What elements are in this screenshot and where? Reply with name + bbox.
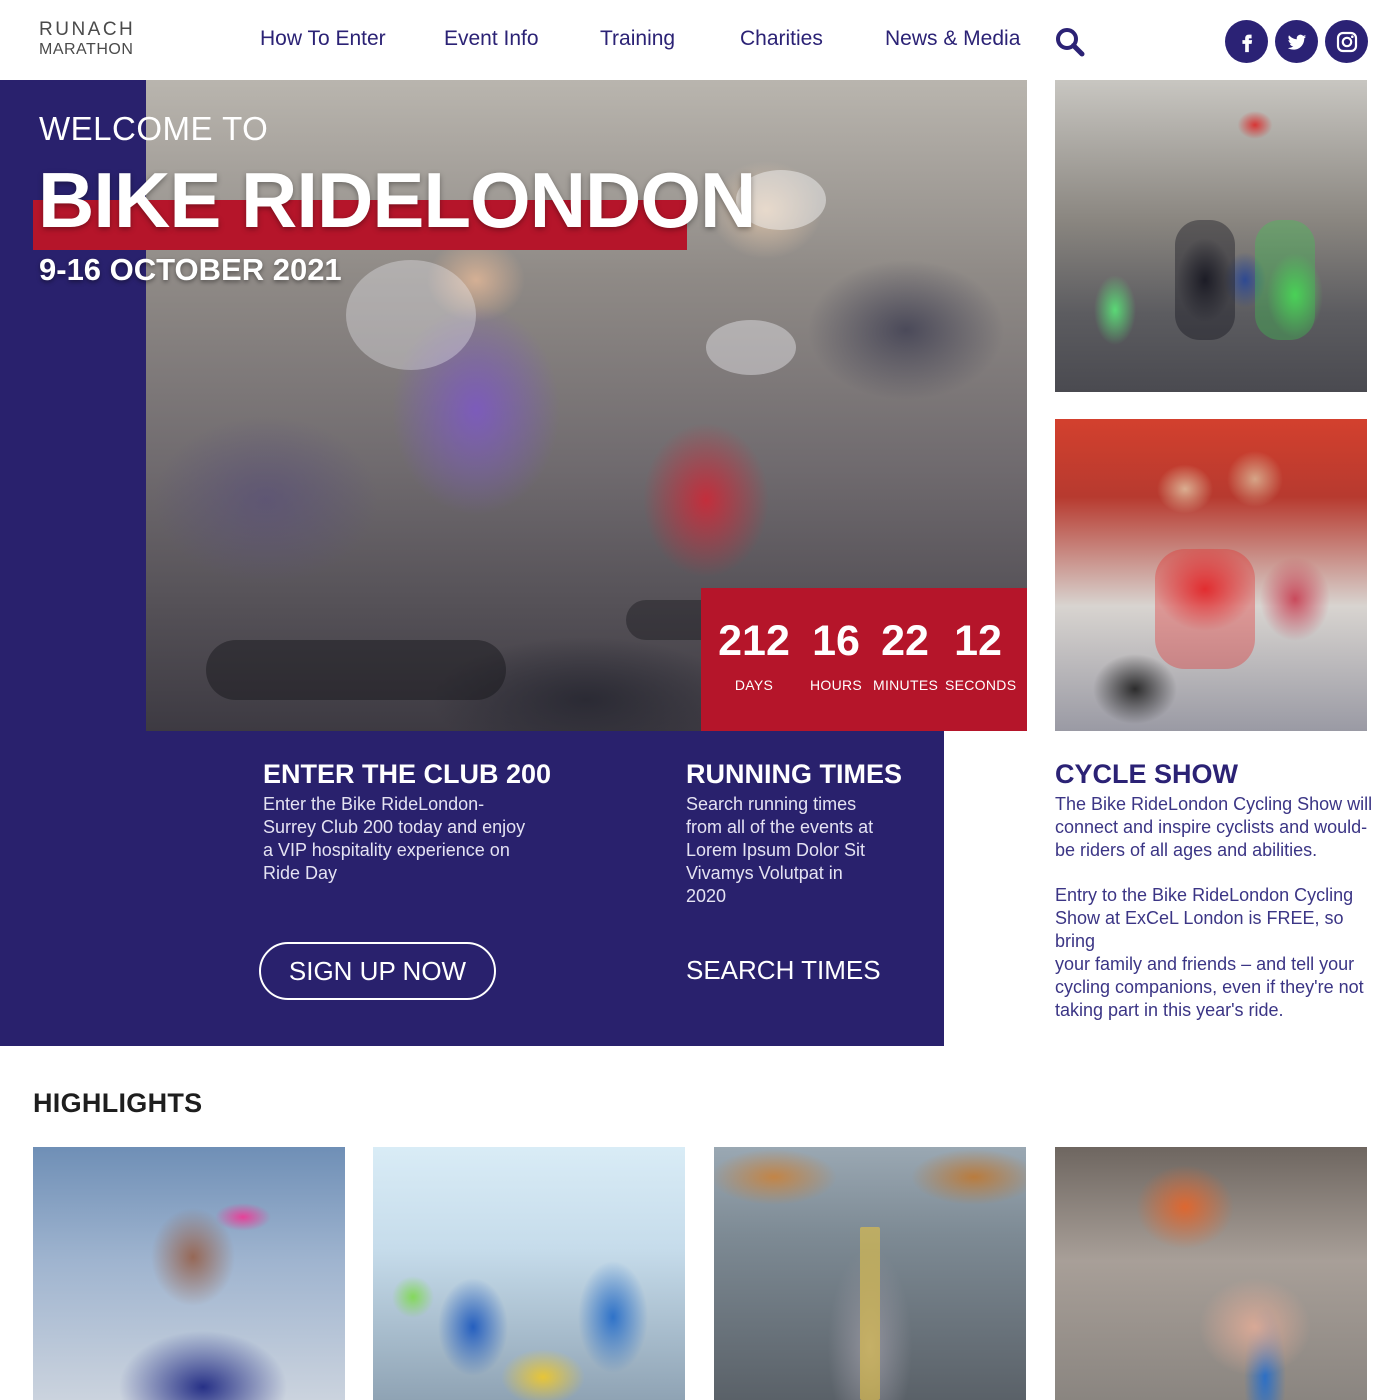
running-times-description: Search running times from all of the eve…: [686, 793, 906, 908]
times-text-line: 2020: [686, 886, 727, 906]
countdown-minutes-label: MINUTES: [873, 677, 939, 693]
sign-up-button[interactable]: SIGN UP NOW: [259, 942, 496, 1000]
hero-welcome: WELCOME TO: [39, 110, 269, 147]
countdown-minutes: 22 MINUTES: [873, 617, 939, 694]
countdown-minutes-value: 22: [881, 617, 929, 665]
logo-line-1: RUNACH: [39, 19, 136, 40]
countdown-days: 212 DAYS: [716, 617, 792, 694]
running-times-title: RUNNING TIMES: [686, 759, 902, 789]
hero-title: BIKE RIDELONDON: [38, 156, 756, 244]
times-text-line: Search running times: [686, 794, 857, 814]
runners-image[interactable]: [1055, 80, 1367, 392]
club-description: Enter the Bike RideLondon- Surrey Club 2…: [263, 793, 533, 885]
countdown-hours-value: 16: [812, 617, 860, 665]
logo-line-2: MARATHON: [39, 41, 134, 58]
cycle-show-paragraph-1: The Bike RideLondon Cycling Show will co…: [1055, 793, 1373, 862]
countdown-seconds: 12 SECONDS: [945, 617, 1017, 694]
facebook-icon[interactable]: [1225, 20, 1268, 63]
highlight-image-runner-woman[interactable]: [33, 1147, 345, 1400]
countdown-hours-label: HOURS: [809, 677, 863, 693]
cycle-text-line: Show at ExCeL London is FREE, so bring: [1055, 908, 1344, 951]
cycle-text-line: taking part in this year's ride.: [1055, 1000, 1284, 1020]
countdown-hours: 16 HOURS: [805, 617, 867, 694]
countdown-seconds-value: 12: [954, 617, 1002, 665]
times-text-line: Lorem Ipsum Dolor Sit: [686, 840, 866, 860]
nav-training[interactable]: Training: [600, 27, 675, 51]
club-text-line: Ride Day: [263, 863, 338, 883]
nav-event-info[interactable]: Event Info: [444, 27, 539, 51]
times-text-line: Vivamys Volutpat in: [686, 863, 843, 883]
cycle-show-paragraph-2: Entry to the Bike RideLondon Cycling Sho…: [1055, 884, 1373, 1022]
highlights-heading: HIGHLIGHTS: [33, 1088, 203, 1118]
cycle-text-line: connect and inspire cyclists and would-: [1055, 817, 1368, 837]
hero-date: 9-16 OCTOBER 2021: [39, 252, 342, 287]
countdown-days-label: DAYS: [734, 677, 774, 693]
site-logo[interactable]: RUNACH MARATHON: [39, 20, 135, 58]
cycle-text-line: Entry to the Bike RideLondon Cycling: [1055, 885, 1354, 905]
cycle-text-line: your family and friends – and tell your: [1055, 954, 1355, 974]
highlight-image-marathon-runners[interactable]: [373, 1147, 685, 1400]
cycle-text-line: be riders of all ages and abilities.: [1055, 840, 1318, 860]
nav-how-to-enter[interactable]: How To Enter: [260, 27, 386, 51]
club-title: ENTER THE CLUB 200: [263, 759, 552, 789]
nav-news-media[interactable]: News & Media: [885, 27, 1020, 51]
search-icon[interactable]: [1054, 26, 1086, 58]
site-header: RUNACH MARATHON How To Enter Event Info …: [0, 0, 1400, 80]
highlight-image-street-race[interactable]: [714, 1147, 1026, 1400]
instagram-icon[interactable]: [1325, 20, 1368, 63]
club-text-line: Surrey Club 200 today and enjoy: [263, 817, 526, 837]
cycle-show-title: CYCLE SHOW: [1055, 759, 1239, 789]
countdown-seconds-label: SECONDS: [945, 677, 1017, 693]
twitter-icon[interactable]: [1275, 20, 1318, 63]
cycle-text-line: The Bike RideLondon Cycling Show will: [1055, 794, 1373, 814]
club-text-line: Enter the Bike RideLondon-: [263, 794, 485, 814]
search-times-button[interactable]: SEARCH TIMES: [686, 955, 881, 986]
times-text-line: from all of the events at: [686, 817, 874, 837]
nav-charities[interactable]: Charities: [740, 27, 823, 51]
countdown-timer: 212 DAYS 16 HOURS 22 MINUTES 12 SECONDS: [701, 588, 1027, 731]
club-text-line: a VIP hospitality experience on: [263, 840, 510, 860]
cycle-show-image[interactable]: [1055, 419, 1367, 731]
countdown-days-value: 212: [718, 617, 790, 665]
cycle-text-line: cycling companions, even if they're not: [1055, 977, 1364, 997]
highlight-image-medal-hand[interactable]: [1055, 1147, 1367, 1400]
